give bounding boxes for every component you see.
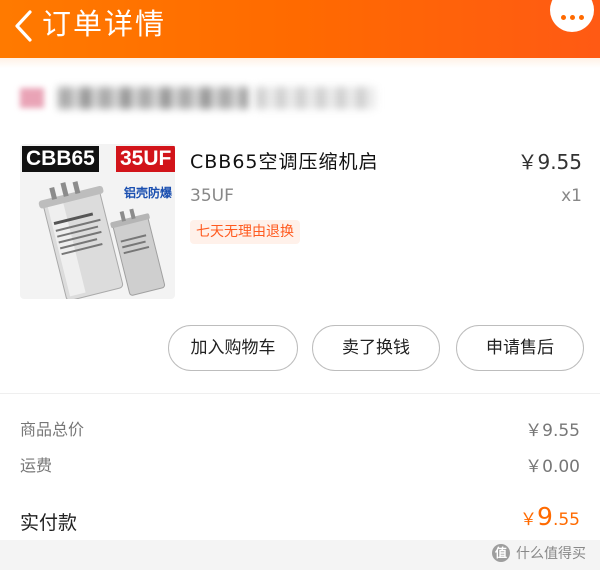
watermark-text: 什么值得买 (516, 546, 586, 562)
goods-total-value: ￥9.55 (525, 421, 580, 441)
amount-paid-label: 实付款 (20, 512, 78, 534)
page-title: 订单详情 (42, 7, 167, 41)
shop-avatar (20, 88, 44, 108)
goods-total-label: 商品总价 (20, 420, 85, 439)
shop-row[interactable] (20, 83, 376, 113)
card-top-fade (0, 58, 600, 68)
add-to-cart-button[interactable]: 加入购物车 (168, 325, 298, 371)
resell-button[interactable]: 卖了换钱 (312, 325, 440, 371)
return-policy-badge: 七天无理由退换 (190, 220, 300, 244)
shop-name-redacted-tail (256, 87, 376, 109)
product-spec: 35UF (190, 186, 234, 206)
order-card: CBB65 35UF 铝壳防爆 CBB65空调压缩机启 ￥9.55 35UF x… (0, 58, 600, 570)
after-sales-button[interactable]: 申请售后 (456, 325, 584, 371)
more-dots-icon[interactable] (550, 0, 594, 32)
product-image[interactable]: CBB65 35UF 铝壳防爆 (20, 144, 175, 299)
freight-label: 运费 (20, 456, 53, 475)
watermark: 值 什么值得买 (492, 543, 586, 563)
chevron-left-icon[interactable] (8, 6, 38, 46)
watermark-logo-icon: 值 (492, 544, 510, 562)
shop-name-redacted (58, 87, 248, 109)
product-quantity: x1 (561, 186, 582, 206)
amount-paid-value: ￥9.55 (520, 502, 580, 531)
freight-value: ￥0.00 (525, 457, 580, 477)
capacitor-illustration (38, 181, 166, 299)
amount-paid-currency: ￥ (520, 510, 538, 530)
amount-paid-decimal: .55 (552, 510, 580, 530)
divider (0, 393, 600, 394)
product-title[interactable]: CBB65空调压缩机启 (190, 148, 379, 176)
product-price: ￥9.55 (517, 150, 582, 174)
amount-paid-integer: 9 (537, 502, 553, 531)
app-header: 订单详情 (0, 0, 600, 58)
